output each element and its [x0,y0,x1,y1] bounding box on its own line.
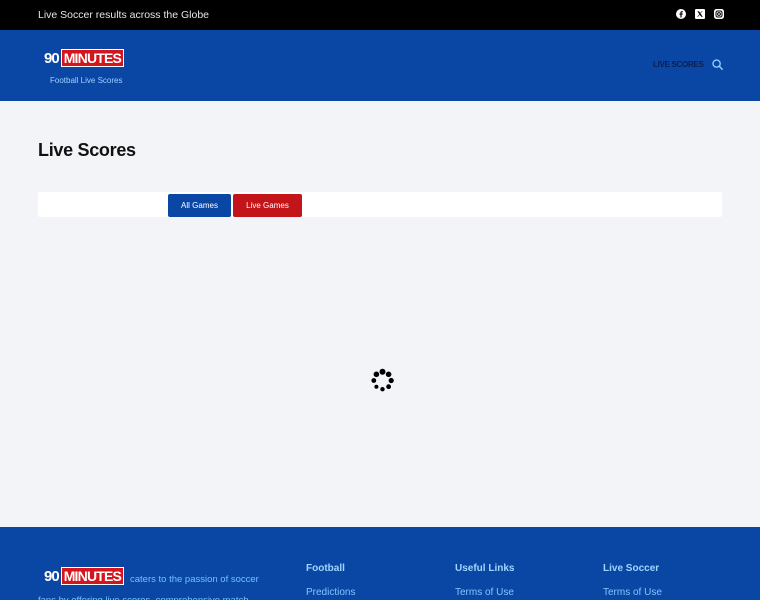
instagram-icon[interactable] [714,9,724,19]
footer-link[interactable]: Terms of Use [455,587,514,598]
search-icon[interactable] [712,59,723,70]
footer-column-useful-links: Useful Links Terms of Use [455,563,514,598]
logo-word: MINUTES [60,49,125,67]
footer-logo[interactable]: 90 MINUTES [44,567,125,585]
footer-logo-word: MINUTES [60,567,125,585]
tab-all-games[interactable]: All Games [168,194,231,217]
top-bar: Live Soccer results across the Globe [0,0,760,30]
footer-heading: Football [306,563,345,574]
site-header: 90 MINUTES Football Live Scores LIVE SCO… [0,30,760,101]
site-logo[interactable]: 90 MINUTES [44,49,125,67]
site-footer: caters to the passion of soccer fans by … [0,527,760,600]
facebook-icon[interactable] [676,9,686,19]
footer-heading: Useful Links [455,563,515,574]
footer-logo-number: 90 [44,567,60,585]
logo-subtitle: Football Live Scores [50,76,123,85]
nav-live-scores-link[interactable]: LIVE SCORES [653,60,704,69]
footer-link[interactable]: Terms of Use [603,587,662,598]
loading-spinner-icon [371,368,394,392]
logo-number: 90 [44,49,60,67]
x-icon[interactable] [695,9,705,19]
social-links [676,9,724,19]
footer-heading: Live Soccer [603,563,660,574]
site-tagline: Live Soccer results across the Globe [38,9,209,21]
footer-column-football: Football Predictions [306,563,355,598]
footer-column-live-soccer: Live Soccer Terms of Use [603,563,662,598]
page-title: Live Scores [38,140,136,160]
games-filter-bar: All Games Live Games [38,192,722,217]
footer-link[interactable]: Predictions [306,587,355,598]
tab-live-games[interactable]: Live Games [233,194,302,217]
